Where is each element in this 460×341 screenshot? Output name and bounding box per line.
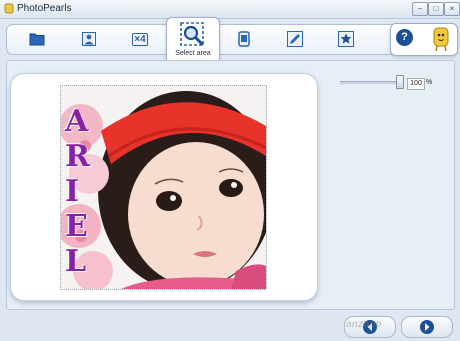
minimize-button[interactable]: – [412,2,428,16]
zoom-slider-track[interactable] [340,81,404,84]
name-letter: I [65,174,80,209]
phone-frame-button[interactable] [233,28,255,50]
open-folder-button[interactable] [26,28,48,50]
name-letters: A R I E L [65,104,95,279]
toolbar [6,24,455,55]
x4-button[interactable]: ×4 [129,28,151,50]
help-icon: ? [401,31,408,43]
photo-preview[interactable]: A R I E L [60,85,267,290]
folder-icon [29,33,45,46]
name-letter: L [65,244,87,279]
zoom-unit-label: % [426,79,433,86]
pencil-icon [287,31,303,47]
pencil-button[interactable] [284,28,306,50]
star-icon [338,31,354,47]
portrait-button[interactable] [78,28,100,50]
close-button[interactable]: × [444,2,460,16]
name-letter: E [65,209,88,244]
zoom-select-icon [180,22,204,46]
star-button[interactable] [335,28,357,50]
title-bar: PhotoPearls – □ × [0,0,460,19]
next-button[interactable] [401,316,453,338]
window-title: PhotoPearls [17,3,72,14]
name-letter: A [65,104,89,139]
select-area-label: Select area [175,50,211,57]
phone-frame-icon [238,31,250,47]
portrait-icon [82,32,96,46]
pearl-mascot-icon[interactable] [429,25,453,53]
maximize-button[interactable]: □ [428,2,444,16]
zoom-slider-thumb[interactable] [396,75,404,89]
help-tile: ? [390,23,458,56]
name-letter: R [65,139,90,174]
help-button[interactable]: ? [396,29,413,46]
app-icon [4,3,14,14]
select-area-button[interactable]: Select area [166,17,220,64]
watermark: anzapp [346,319,382,330]
zoom-value-field[interactable]: 100 [407,78,425,90]
arrow-right-icon [420,320,434,334]
x4-icon: ×4 [132,32,148,46]
